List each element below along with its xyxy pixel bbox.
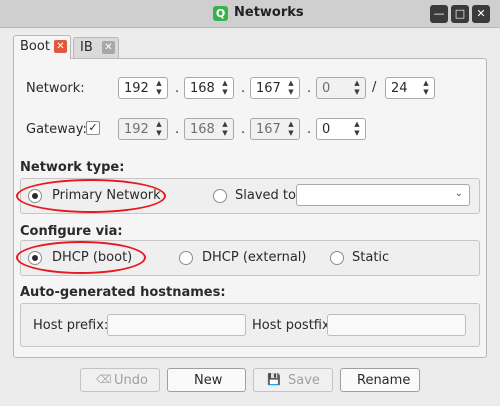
- new-label: New: [194, 373, 223, 388]
- gateway-octet-3-value: 167: [256, 122, 281, 137]
- network-octet-1-spinbox[interactable]: 192 ▲ ▼: [118, 77, 168, 99]
- host-prefix-label: Host prefix:: [33, 318, 109, 333]
- window-title: Networks: [234, 5, 304, 20]
- backspace-icon: ⌫: [96, 373, 112, 386]
- gateway-octet-1-spinbox[interactable]: 192 ▲ ▼: [118, 118, 168, 140]
- separator-dot: .: [175, 81, 180, 96]
- minimize-button[interactable]: —: [430, 5, 448, 23]
- static-radio[interactable]: [330, 251, 344, 265]
- gateway-checkbox[interactable]: ✓: [86, 121, 100, 135]
- host-postfix-field[interactable]: [327, 314, 466, 336]
- network-prefix-value: 24: [391, 81, 408, 96]
- tab-ib-close-icon[interactable]: ✕: [102, 41, 115, 54]
- host-postfix-label: Host postfix: [252, 318, 330, 333]
- network-octet-4-value: 0: [322, 81, 331, 96]
- network-octet-2-value: 168: [190, 81, 215, 96]
- spin-arrows-icon: ▲ ▼: [423, 79, 429, 96]
- tab-ib[interactable]: IB ✕: [73, 37, 119, 58]
- separator-dot: .: [175, 122, 180, 137]
- network-octet-4-spinbox[interactable]: 0 ▲ ▼: [316, 77, 366, 99]
- chevron-down-icon: ⌄: [454, 188, 463, 199]
- floppy-disk-icon: 💾: [267, 373, 281, 386]
- dhcp-boot-highlight: [16, 241, 146, 274]
- gateway-octet-4-spinbox[interactable]: 0 ▲ ▼: [316, 118, 366, 140]
- prefix-slash: /: [372, 80, 377, 95]
- rename-button[interactable]: Rename: [340, 368, 420, 392]
- slaved-to-radio[interactable]: [213, 189, 227, 203]
- network-prefix-spinbox[interactable]: 24 ▲ ▼: [385, 77, 435, 99]
- new-button[interactable]: New: [167, 368, 246, 392]
- spin-arrows-icon: ▲ ▼: [288, 120, 294, 137]
- hostnames-title: Auto-generated hostnames:: [20, 285, 226, 300]
- undo-label: Undo: [114, 373, 148, 388]
- title-bar: Q Networks — □ ✕: [0, 0, 500, 28]
- network-octet-1-value: 192: [124, 81, 149, 96]
- gateway-octet-4-value: 0: [322, 122, 331, 137]
- spin-arrows-icon: ▲ ▼: [354, 120, 360, 137]
- tab-boot-label: Boot: [20, 39, 50, 54]
- save-button[interactable]: 💾 Save: [253, 368, 333, 392]
- rename-label: Rename: [357, 373, 411, 388]
- tab-ib-label: IB: [80, 40, 93, 55]
- network-type-title: Network type:: [20, 160, 125, 175]
- separator-dot: .: [241, 122, 246, 137]
- separator-dot: .: [241, 81, 246, 96]
- network-label: Network:: [26, 81, 85, 96]
- save-label: Save: [288, 373, 320, 388]
- network-octet-3-spinbox[interactable]: 167 ▲ ▼: [250, 77, 300, 99]
- primary-network-highlight: [16, 179, 166, 213]
- spin-arrows-icon: ▲ ▼: [288, 79, 294, 96]
- slaved-to-label: Slaved to:: [235, 188, 301, 203]
- slaved-to-dropdown[interactable]: ⌄: [296, 184, 470, 206]
- dhcp-external-radio[interactable]: [179, 251, 193, 265]
- gateway-octet-2-value: 168: [190, 122, 215, 137]
- spin-arrows-icon: ▲ ▼: [156, 79, 162, 96]
- tab-boot[interactable]: Boot ✕: [13, 35, 71, 59]
- static-label: Static: [352, 250, 390, 265]
- spin-arrows-icon: ▲ ▼: [222, 79, 228, 96]
- gateway-label: Gateway:: [26, 122, 87, 137]
- network-octet-3-value: 167: [256, 81, 281, 96]
- close-button[interactable]: ✕: [472, 5, 490, 23]
- configure-via-title: Configure via:: [20, 224, 123, 239]
- host-prefix-field[interactable]: [107, 314, 246, 336]
- gateway-octet-1-value: 192: [124, 122, 149, 137]
- spin-arrows-icon: ▲ ▼: [354, 79, 360, 96]
- gateway-octet-3-spinbox[interactable]: 167 ▲ ▼: [250, 118, 300, 140]
- separator-dot: .: [307, 81, 312, 96]
- tab-boot-close-icon[interactable]: ✕: [54, 40, 67, 53]
- networks-window: Q Networks — □ ✕ Boot ✕ IB ✕ Network: 19…: [0, 0, 500, 406]
- network-octet-2-spinbox[interactable]: 168 ▲ ▼: [184, 77, 234, 99]
- undo-button[interactable]: ⌫ Undo: [80, 368, 160, 392]
- gateway-octet-2-spinbox[interactable]: 168 ▲ ▼: [184, 118, 234, 140]
- maximize-button[interactable]: □: [451, 5, 469, 23]
- spin-arrows-icon: ▲ ▼: [156, 120, 162, 137]
- dhcp-external-label: DHCP (external): [202, 250, 307, 265]
- spin-arrows-icon: ▲ ▼: [222, 120, 228, 137]
- app-icon: Q: [213, 6, 228, 21]
- separator-dot: .: [307, 122, 312, 137]
